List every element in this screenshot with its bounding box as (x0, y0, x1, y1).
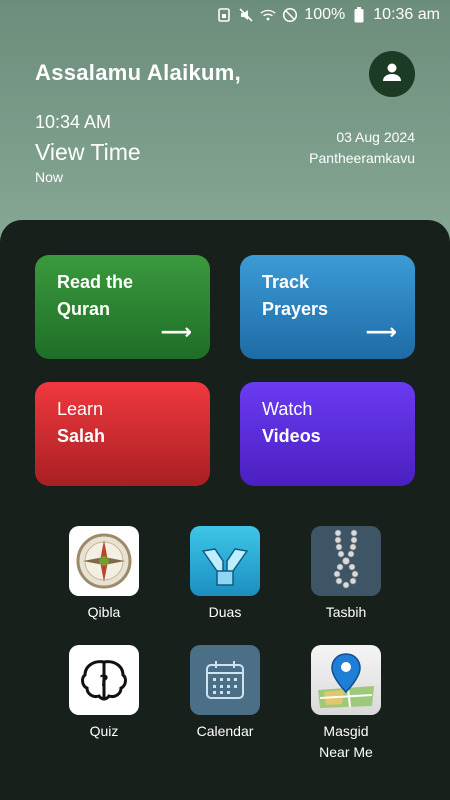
current-location: Pantheeramkavu (309, 150, 415, 166)
calendar-tile[interactable]: Calendar (180, 645, 270, 742)
arrow-right-icon: ⟶ (160, 319, 192, 344)
dnd-icon (282, 7, 298, 23)
arrow-right-icon: ⟶ (365, 319, 397, 344)
brain-icon: ? (69, 645, 139, 715)
tile-label: Quiz (89, 723, 119, 739)
clock: 10:36 am (373, 6, 440, 23)
tile-label: Duas (208, 604, 242, 620)
track-prayers-card[interactable]: Track Prayers ⟶ (240, 255, 415, 359)
tasbih-tile[interactable]: Tasbih (301, 526, 391, 623)
sim-icon (216, 7, 232, 23)
current-date: 03 Aug 2024 (336, 129, 415, 145)
learn-salah-card[interactable]: Learn Salah (35, 382, 210, 486)
time-subtitle: Now (35, 169, 64, 185)
read-quran-card[interactable]: Read the Quran ⟶ (35, 255, 210, 359)
watch-videos-card[interactable]: Watch Videos (240, 382, 415, 486)
compass-icon (69, 526, 139, 596)
praying-hands-icon (190, 526, 260, 596)
masjid-near-me-tile[interactable]: Masgid Near Me (301, 645, 391, 763)
tile-label-line1: Masgid (323, 723, 369, 739)
battery-icon (351, 7, 367, 23)
tile-label: Qibla (87, 604, 121, 620)
current-time: 10:34 AM (35, 112, 112, 132)
profile-button[interactable] (369, 51, 415, 97)
svg-text:?: ? (99, 671, 108, 690)
prayer-beads-icon (311, 526, 381, 596)
card-label-line1: Track (262, 272, 310, 292)
wifi-icon (260, 7, 276, 23)
person-icon (381, 61, 403, 88)
card-label-line1: Watch (262, 399, 313, 419)
duas-tile[interactable]: Duas (180, 526, 270, 623)
card-label-line2: Salah (57, 426, 106, 446)
greeting-text: Assalamu Alaikum, (35, 60, 242, 85)
calendar-icon (190, 645, 260, 715)
card-label-line2: Videos (262, 426, 321, 446)
battery-percent: 100% (304, 6, 346, 23)
card-label-line1: Read the (57, 272, 134, 292)
map-pin-icon (311, 645, 381, 715)
quiz-tile[interactable]: ? Quiz (59, 645, 149, 742)
mute-icon (238, 7, 254, 23)
qibla-tile[interactable]: Qibla (59, 526, 149, 623)
view-time-link[interactable]: View Time (35, 139, 141, 166)
card-label-line1: Learn (57, 399, 104, 419)
tile-label: Calendar (196, 723, 254, 739)
tile-label-line2: Near Me (319, 744, 373, 760)
tile-label: Tasbih (325, 604, 367, 620)
status-bar: 100% 10:36 am (0, 0, 450, 30)
